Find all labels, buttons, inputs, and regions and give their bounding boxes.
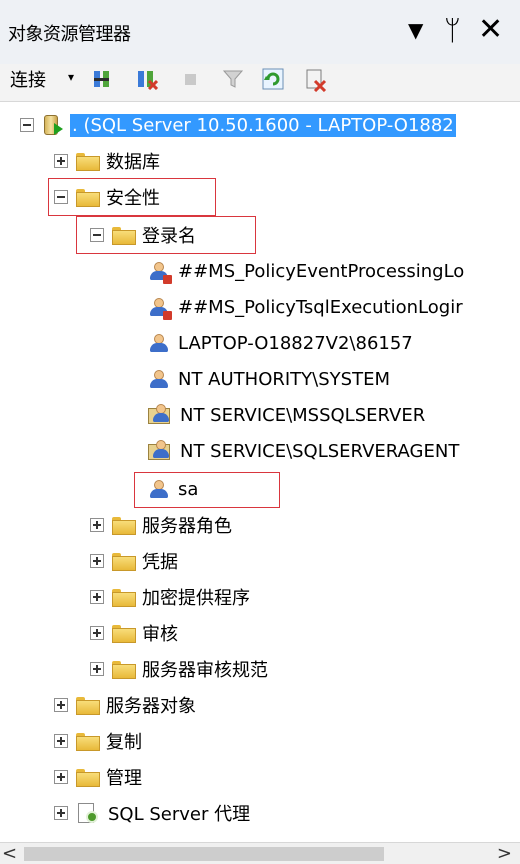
node-label: 复制 (106, 732, 142, 753)
highlight-box-sa (134, 472, 280, 508)
login-item[interactable]: LAPTOP-O18827V2\86157 (148, 328, 413, 358)
node-label: 加密提供程序 (142, 588, 250, 609)
folder-icon (112, 553, 136, 571)
tree-node-audits[interactable]: 审核 (90, 618, 178, 648)
panel-title: 对象资源管理器 (8, 24, 131, 45)
user-disabled-icon (148, 260, 172, 284)
scroll-left-icon[interactable]: < (2, 843, 17, 864)
tree-node-server-roles[interactable]: 服务器角色 (90, 510, 232, 540)
login-item[interactable]: ##MS_PolicyTsqlExecutionLogir (148, 292, 463, 322)
user-icon (148, 332, 170, 354)
tree-node-agent[interactable]: SQL Server 代理 (54, 798, 250, 828)
node-label: 数据库 (106, 152, 160, 173)
tree-node-audit-specs[interactable]: 服务器审核规范 (90, 654, 268, 684)
collapse-icon[interactable] (20, 118, 34, 132)
summary-icon[interactable] (304, 68, 327, 93)
service-account-icon (148, 404, 172, 426)
expand-icon[interactable] (54, 154, 68, 168)
pin-icon[interactable]: ᛘ (444, 14, 461, 47)
node-label: 管理 (106, 768, 142, 789)
server-icon (42, 113, 66, 137)
stop-icon[interactable] (180, 68, 202, 90)
folder-icon (76, 697, 100, 715)
node-label: SQL Server 代理 (108, 804, 251, 825)
tree-node-server[interactable]: . (SQL Server 10.50.1600 - LAPTOP-O1882 (20, 110, 456, 140)
object-explorer-tree: . (SQL Server 10.50.1600 - LAPTOP-O1882 … (0, 102, 520, 842)
connect-object-explorer-icon[interactable] (92, 68, 114, 90)
node-label: 服务器审核规范 (142, 660, 268, 681)
expand-icon[interactable] (54, 734, 68, 748)
expand-icon[interactable] (90, 626, 104, 640)
expand-icon[interactable] (90, 554, 104, 568)
tree-node-server-objects[interactable]: 服务器对象 (54, 690, 196, 720)
expand-icon[interactable] (90, 518, 104, 532)
connect-dropdown-icon[interactable]: ▾ (68, 70, 74, 84)
folder-icon (112, 625, 136, 643)
tree-node-management[interactable]: 管理 (54, 762, 142, 792)
folder-icon (112, 517, 136, 535)
node-label: 服务器角色 (142, 516, 232, 537)
server-label: . (SQL Server 10.50.1600 - LAPTOP-O1882 (70, 113, 456, 137)
tree-node-replication[interactable]: 复制 (54, 726, 142, 756)
sql-agent-icon (76, 802, 100, 824)
dropdown-arrow-icon[interactable]: ▼ (408, 18, 423, 42)
close-icon[interactable]: ✕ (478, 12, 503, 47)
expand-icon[interactable] (90, 662, 104, 676)
highlight-box-logins (76, 216, 256, 254)
scroll-right-icon[interactable]: > (497, 843, 512, 864)
folder-icon (76, 733, 100, 751)
login-label: NT SERVICE\SQLSERVERAGENT (180, 440, 460, 462)
folder-icon (112, 589, 136, 607)
login-item[interactable]: NT SERVICE\MSSQLSERVER (148, 400, 425, 430)
expand-icon[interactable] (54, 698, 68, 712)
user-disabled-icon (148, 296, 172, 320)
login-item[interactable]: NT AUTHORITY\SYSTEM (148, 364, 390, 394)
refresh-icon[interactable] (262, 68, 284, 90)
node-label: 凭据 (142, 552, 178, 573)
folder-icon (112, 661, 136, 679)
node-label: 审核 (142, 624, 178, 645)
expand-icon[interactable] (90, 590, 104, 604)
login-item[interactable]: NT SERVICE\SQLSERVERAGENT (148, 436, 459, 466)
connect-button[interactable]: 连接 (10, 66, 46, 92)
disconnect-icon[interactable] (136, 68, 159, 91)
node-label: 服务器对象 (106, 696, 196, 717)
login-label: NT AUTHORITY\SYSTEM (178, 368, 390, 390)
login-label: ##MS_PolicyEventProcessingLo (178, 260, 465, 282)
toolbar: 连接 ▾ (0, 64, 520, 102)
expand-icon[interactable] (54, 806, 68, 820)
scroll-thumb[interactable] (24, 847, 384, 861)
login-label: ##MS_PolicyTsqlExecutionLogir (178, 296, 463, 318)
user-icon (148, 368, 170, 390)
tree-node-databases[interactable]: 数据库 (54, 146, 160, 176)
folder-icon (76, 153, 100, 171)
highlight-box-security (48, 178, 216, 216)
tree-node-credentials[interactable]: 凭据 (90, 546, 178, 576)
folder-icon (76, 769, 100, 787)
horizontal-scrollbar[interactable]: < > (0, 842, 520, 864)
service-account-icon (148, 440, 172, 462)
expand-icon[interactable] (54, 770, 68, 784)
tree-node-crypto-providers[interactable]: 加密提供程序 (90, 582, 250, 612)
login-item[interactable]: ##MS_PolicyEventProcessingLo (148, 256, 464, 286)
filter-icon[interactable] (222, 68, 244, 90)
login-label: NT SERVICE\MSSQLSERVER (180, 404, 426, 426)
panel-title-bar: 对象资源管理器 ▼ ᛘ ✕ (0, 0, 520, 64)
login-label: LAPTOP-O18827V2\86157 (178, 332, 413, 354)
